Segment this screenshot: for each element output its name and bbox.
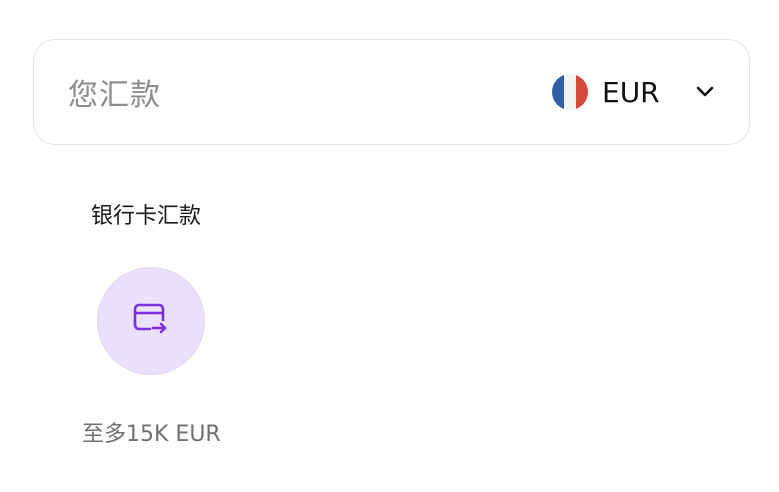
chevron-down-icon[interactable]	[694, 81, 716, 103]
card-transfer-icon	[133, 303, 169, 339]
payment-method-limit: 至多15K EUR	[82, 422, 221, 447]
payment-method-title: 银行卡汇款	[91, 204, 202, 229]
card-transfer-button[interactable]	[97, 267, 205, 375]
currency-selector[interactable]: EUR	[552, 67, 716, 117]
send-amount-label: 您汇款	[68, 78, 161, 113]
send-amount-box[interactable]: 您汇款 EUR	[33, 39, 750, 145]
france-flag-icon	[552, 74, 588, 110]
currency-code: EUR	[602, 75, 660, 109]
send-money-panel: 您汇款 EUR 银行卡汇款 至多15K EUR	[0, 0, 779, 492]
